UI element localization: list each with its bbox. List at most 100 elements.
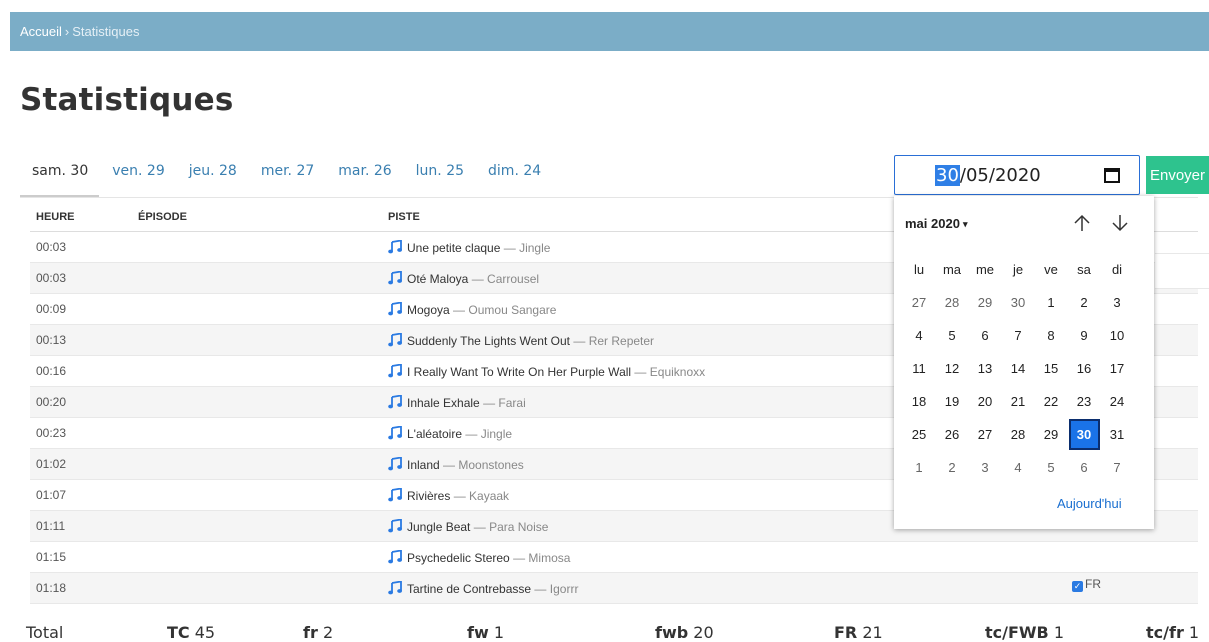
calendar-day-number: 28 <box>1010 427 1026 442</box>
track-title[interactable]: L'aléatoire <box>407 427 462 441</box>
calendar-day-number: 3 <box>981 460 989 475</box>
row-time: 01:07 <box>30 479 132 511</box>
calendar-day[interactable]: 1 <box>1036 286 1066 319</box>
track-title[interactable]: Suddenly The Lights Went Out <box>407 334 570 348</box>
calendar-day[interactable]: 13 <box>970 352 1000 385</box>
track-title[interactable]: Une petite claque <box>407 241 500 255</box>
music-note-icon <box>388 239 402 253</box>
track-title[interactable]: Inhale Exhale <box>407 396 480 410</box>
track-title[interactable]: Oté Maloya <box>407 272 468 286</box>
track-title[interactable]: Psychedelic Stereo <box>407 551 510 565</box>
calendar-day[interactable]: 14 <box>1003 352 1033 385</box>
tab-jeu-28[interactable]: jeu. 28 <box>176 150 248 198</box>
calendar-day[interactable]: 29 <box>1036 418 1066 451</box>
calendar-day[interactable]: 4 <box>1003 451 1033 484</box>
calendar-day[interactable]: 26 <box>937 418 967 451</box>
calendar-day[interactable]: 20 <box>970 385 1000 418</box>
calendar-day[interactable]: 2 <box>1069 286 1099 319</box>
calendar-day[interactable]: 21 <box>1003 385 1033 418</box>
arrow-down-icon[interactable] <box>1110 213 1130 233</box>
track-artist[interactable]: Moonstones <box>458 458 523 472</box>
tab-mar-26[interactable]: mar. 26 <box>325 150 402 198</box>
calendar-day[interactable]: 6 <box>970 319 1000 352</box>
weekday-label: di <box>1111 262 1123 277</box>
calendar-day[interactable]: 7 <box>1003 319 1033 352</box>
total-fr-upper: FR 21 <box>834 623 883 642</box>
column-header-time: HEURE <box>30 203 132 232</box>
tab-dim-24[interactable]: dim. 24 <box>475 150 552 198</box>
calendar-day[interactable]: 31 <box>1102 418 1132 451</box>
calendar-day[interactable]: 27 <box>970 418 1000 451</box>
calendar-day-selected[interactable]: 30 <box>1068 418 1100 451</box>
calendar-day[interactable]: 10 <box>1102 319 1132 352</box>
calendar-day[interactable]: 27 <box>904 286 934 319</box>
track-artist[interactable]: Carrousel <box>487 272 539 286</box>
row-episode <box>132 479 382 511</box>
calendar-day[interactable]: 4 <box>904 319 934 352</box>
track-title[interactable]: Rivières <box>407 489 450 503</box>
calendar-day[interactable]: 19 <box>937 385 967 418</box>
track-title[interactable]: I Really Want To Write On Her Purple Wal… <box>407 365 631 379</box>
weekday-label: lu <box>913 262 925 277</box>
calendar-day[interactable]: 28 <box>1003 418 1033 451</box>
tab-lun-25[interactable]: lun. 25 <box>403 150 475 198</box>
track-title[interactable]: Tartine de Contrebasse <box>407 582 531 596</box>
track-artist[interactable]: Rer Repeter <box>589 334 654 348</box>
calendar-day[interactable]: 2 <box>937 451 967 484</box>
calendar-day[interactable]: 30 <box>1003 286 1033 319</box>
calendar-day[interactable]: 5 <box>1036 451 1066 484</box>
date-input[interactable]: 30/05/2020 <box>894 155 1140 195</box>
calendar-day[interactable]: 9 <box>1069 319 1099 352</box>
month-selector[interactable]: mai 2020 ▾ <box>905 216 967 231</box>
calendar-day[interactable]: 17 <box>1102 352 1132 385</box>
calendar-icon[interactable] <box>1103 166 1121 184</box>
row-episode <box>132 448 382 480</box>
tab-mer-27[interactable]: mer. 27 <box>248 150 325 198</box>
calendar-day[interactable]: 11 <box>904 352 934 385</box>
calendar-day-number: 25 <box>911 427 927 442</box>
arrow-up-icon[interactable] <box>1072 213 1092 233</box>
track-artist[interactable]: Equiknoxx <box>650 365 705 379</box>
calendar-day-number: 3 <box>1113 295 1121 310</box>
track-artist[interactable]: Jingle <box>481 427 512 441</box>
calendar-day[interactable]: 16 <box>1069 352 1099 385</box>
calendar-day[interactable]: 29 <box>970 286 1000 319</box>
music-note-icon <box>388 270 402 284</box>
music-note-icon <box>388 394 402 408</box>
date-input-rest: /05/2020 <box>959 164 1041 186</box>
calendar-day[interactable]: 18 <box>904 385 934 418</box>
calendar-day[interactable]: 28 <box>937 286 967 319</box>
track-artist[interactable]: Kayaak <box>469 489 509 503</box>
track-title[interactable]: Inland <box>407 458 440 472</box>
calendar-day[interactable]: 1 <box>904 451 934 484</box>
calendar-day-number: 12 <box>944 361 960 376</box>
calendar-day[interactable]: 6 <box>1069 451 1099 484</box>
today-button[interactable]: Aujourd'hui <box>1057 496 1122 511</box>
calendar-day[interactable]: 15 <box>1036 352 1066 385</box>
track-title[interactable]: Mogoya <box>407 303 450 317</box>
calendar-day[interactable]: 12 <box>937 352 967 385</box>
tab-sam-30[interactable]: sam. 30 <box>20 150 100 198</box>
tab-ven-29[interactable]: ven. 29 <box>99 150 176 198</box>
calendar-day[interactable]: 5 <box>937 319 967 352</box>
calendar-day[interactable]: 25 <box>904 418 934 451</box>
track-artist[interactable]: Farai <box>498 396 525 410</box>
calendar-day[interactable]: 24 <box>1102 385 1132 418</box>
calendar-day-number: 21 <box>1010 394 1026 409</box>
calendar-day[interactable]: 3 <box>970 451 1000 484</box>
calendar-day[interactable]: 8 <box>1036 319 1066 352</box>
calendar-day[interactable]: 23 <box>1069 385 1099 418</box>
track-artist[interactable]: Jingle <box>519 241 550 255</box>
track-artist[interactable]: Para Noise <box>489 520 548 534</box>
calendar-day[interactable]: 22 <box>1036 385 1066 418</box>
row-background-fragment <box>1155 253 1209 289</box>
track-title[interactable]: Jungle Beat <box>407 520 470 534</box>
send-button[interactable]: Envoyer <box>1146 156 1209 194</box>
breadcrumb-home-link[interactable]: Accueil <box>20 24 62 39</box>
track-artist[interactable]: Mimosa <box>528 551 570 565</box>
fr-checkbox[interactable]: ✓ FR <box>1072 577 1101 592</box>
calendar-day[interactable]: 7 <box>1102 451 1132 484</box>
track-artist[interactable]: Igorrr <box>550 582 579 596</box>
calendar-day[interactable]: 3 <box>1102 286 1132 319</box>
track-artist[interactable]: Oumou Sangare <box>468 303 556 317</box>
